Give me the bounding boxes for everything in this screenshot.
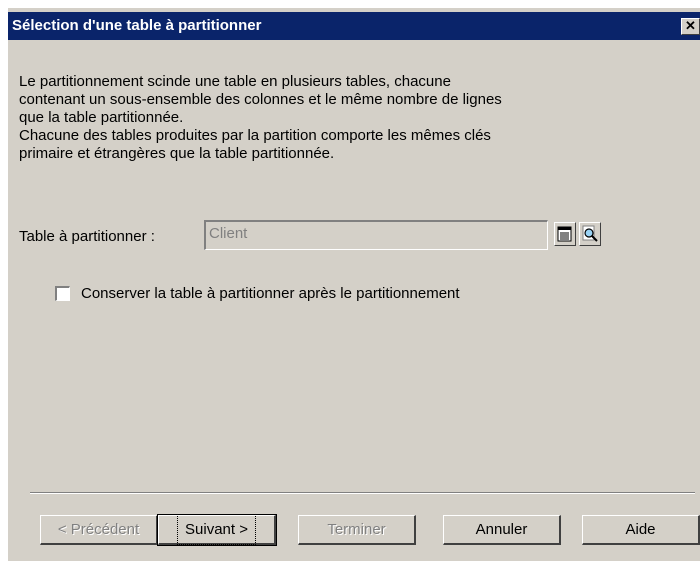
finish-button[interactable]: Terminer: [298, 515, 416, 545]
object-list-icon: [557, 226, 572, 242]
title-bar[interactable]: Sélection d'une table à partitionner ✕: [8, 12, 700, 40]
help-button-label: Aide: [625, 521, 656, 538]
previous-button-label: < Précédent: [57, 521, 140, 538]
finish-button-label: Terminer: [327, 521, 386, 538]
next-button-label: Suivant >: [177, 514, 256, 545]
close-icon: ✕: [685, 18, 696, 33]
magnifier-properties-icon: [582, 225, 598, 242]
close-button[interactable]: ✕: [681, 18, 700, 35]
description-line: que la table partitionnée.: [19, 109, 184, 126]
button-separator: [30, 492, 695, 494]
cancel-button-label: Annuler: [475, 521, 528, 538]
description-text: Le partitionnement scinde une table en p…: [19, 73, 502, 163]
partition-wizard-dialog: Sélection d'une table à partitionner ✕ L…: [8, 8, 700, 561]
keep-table-checkbox[interactable]: [55, 286, 70, 301]
table-field-input[interactable]: Client: [204, 220, 548, 250]
select-object-button[interactable]: [554, 222, 576, 246]
table-field-label: Table à partitionner :: [19, 228, 155, 245]
properties-button[interactable]: [579, 222, 601, 246]
window-title: Sélection d'une table à partitionner: [12, 17, 262, 34]
next-button[interactable]: Suivant >: [157, 514, 277, 546]
cancel-button[interactable]: Annuler: [443, 515, 561, 545]
help-button[interactable]: Aide: [582, 515, 700, 545]
keep-table-label[interactable]: Conserver la table à partitionner après …: [81, 285, 460, 302]
description-line: Le partitionnement scinde une table en p…: [19, 73, 451, 90]
description-line: contenant un sous-ensemble des colonnes …: [19, 91, 502, 108]
description-line: primaire et étrangères que la table part…: [19, 145, 335, 162]
previous-button[interactable]: < Précédent: [40, 515, 158, 545]
description-line: Chacune des tables produites par la part…: [19, 127, 491, 144]
